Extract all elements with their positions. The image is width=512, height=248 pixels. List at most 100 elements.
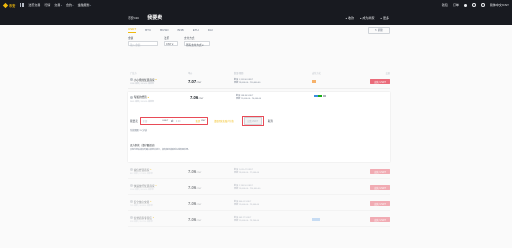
sell-all-button[interactable]: 全部 bbox=[196, 119, 200, 123]
cancel-button[interactable]: 取消 bbox=[268, 119, 273, 123]
become-merchant-link[interactable]: 成为商家 bbox=[360, 16, 375, 20]
sell-usdt-button[interactable]: 出售 USDT bbox=[370, 168, 390, 175]
verified-icon: ● bbox=[155, 184, 157, 188]
nav-finance[interactable]: 金融服务 ▾ bbox=[78, 3, 92, 7]
advertiser-stats: 842 成单 | 97.30% 成单率 bbox=[130, 173, 153, 176]
price: 7.06 bbox=[188, 201, 197, 206]
order-limit: 限额 ¥3,000.00 - ¥10,000.00 bbox=[234, 81, 261, 84]
payment-methods bbox=[312, 218, 350, 221]
chevron-down-icon: ▾ bbox=[202, 43, 204, 47]
table-row: 诚信经营商家 ● 842 成单 | 97.30% 成单率 7.06CNY 数量 1,… bbox=[128, 165, 390, 179]
page-header: 币安C2C 我要卖 收款 成为商家 更多 bbox=[0, 10, 512, 25]
tab-bnb[interactable]: BNB bbox=[178, 28, 184, 32]
tab-usdt[interactable]: USDT bbox=[128, 27, 137, 33]
advertiser-name[interactable]: 诚信经营商家 bbox=[134, 168, 150, 172]
fiat-label: 法币 bbox=[164, 37, 170, 40]
page-title: 我要卖 bbox=[147, 15, 163, 21]
avatar bbox=[130, 200, 133, 204]
filter-bar: 金额 输入金额 法币 CNY ▾ 支付方式 所有支付方式 ▾ bbox=[128, 36, 390, 47]
order-limit: 限额 ¥1,000.00 - ¥3,200.00 bbox=[234, 219, 260, 222]
payment-time-limit: 付款期限 15 分钟 bbox=[130, 130, 147, 132]
sell-quantity-input[interactable]: 全部 bbox=[143, 119, 162, 123]
advertiser-name[interactable]: 信誉商家专营店 bbox=[134, 216, 152, 220]
order-limit: 限额 ¥1,000.00 - ¥4,000.00 bbox=[236, 98, 262, 100]
expanded-order-panel: 专属的经营 ● 2461 成单 | 99.10% 成单率 7.06CNY 数量 59… bbox=[128, 92, 390, 162]
amount-label: 金额 bbox=[128, 37, 134, 40]
table-row: 小小熊的优质商家 ● 1386 成单 | 98.50% 成单率 7.07CNY 数量… bbox=[128, 75, 390, 89]
advertiser-name[interactable]: 安全放心交易 bbox=[134, 200, 150, 204]
notification-icon[interactable] bbox=[471, 3, 476, 7]
verified-icon: ● bbox=[152, 216, 155, 220]
price-unit: CNY bbox=[196, 188, 202, 190]
sell-usdt-button[interactable]: 出售 USDT bbox=[370, 216, 390, 223]
advertiser-name[interactable]: 快速放行优质商家 bbox=[134, 184, 155, 188]
nav-trade[interactable]: 交易 ▾ bbox=[54, 3, 62, 7]
download-icon[interactable] bbox=[480, 3, 485, 7]
more-link[interactable]: 更多 bbox=[381, 16, 389, 20]
refresh-button[interactable]: ↻ 刷新 bbox=[367, 26, 390, 34]
main-nav: 法币交易 行情 交易 ▾ 合约 ▾ 金融服务 ▾ bbox=[28, 3, 95, 7]
bank-card-icon bbox=[312, 218, 316, 221]
price-unit: CNY bbox=[196, 204, 202, 206]
sell-usdt-button[interactable]: 出售 USDT bbox=[370, 184, 390, 191]
sell-amount-label: 我要卖 bbox=[130, 120, 138, 123]
nav-fiat[interactable]: 法币交易 bbox=[28, 3, 40, 7]
avatar[interactable] bbox=[463, 3, 467, 7]
sell-amount-box: 全部 USDT ⇌ 0.00 全部 CNY bbox=[140, 117, 208, 125]
payment-method-label: 支付方式 bbox=[184, 37, 195, 40]
sell-usdt-button[interactable]: 出售 USDT bbox=[370, 200, 390, 207]
nav-futures[interactable]: 合约 ▾ bbox=[66, 3, 74, 7]
advertiser-name[interactable]: 专属的经营 bbox=[134, 95, 147, 99]
payment-link[interactable]: 收款 bbox=[346, 16, 354, 20]
fiat-select[interactable]: CNY ▾ bbox=[164, 41, 178, 46]
swap-icon: ⇌ bbox=[170, 119, 174, 123]
verified-icon: ● bbox=[147, 95, 150, 99]
terms-title: 卖方条款（请仔细阅读） bbox=[130, 144, 157, 147]
chevron-down-icon: ▾ bbox=[172, 42, 174, 46]
language-currency-selector[interactable]: 简体中文/CNY bbox=[490, 3, 509, 7]
top-nav-bar: 币安 法币交易 行情 交易 ▾ 合约 ▾ 金融服务 ▾ 钱包 订单 简体中文/C… bbox=[0, 0, 512, 10]
avatar bbox=[130, 216, 133, 220]
brand-name: 币安 bbox=[9, 3, 16, 8]
tab-dai[interactable]: DAI bbox=[208, 28, 213, 32]
confirm-sell-button[interactable]: 出售USDT bbox=[243, 117, 262, 125]
brand-logo[interactable]: 币安 bbox=[2, 2, 16, 8]
tab-busd[interactable]: BUSD bbox=[160, 28, 168, 32]
tab-eth[interactable]: ETH bbox=[193, 28, 199, 32]
sell-quantity-unit: USDT bbox=[162, 120, 169, 122]
wallet-menu[interactable]: 钱包 bbox=[442, 3, 448, 7]
bank-card-icon bbox=[312, 80, 316, 83]
advertiser-name[interactable]: 小小熊的优质商家 bbox=[134, 78, 155, 82]
sell-usdt-button[interactable]: 出售 USDT bbox=[370, 78, 390, 85]
avatar bbox=[130, 95, 133, 99]
terms-text: 买家付款后请及时确认收款并放行，如有疑问请联系在线客服处理。 bbox=[130, 148, 191, 151]
amount-input[interactable]: 输入金额 bbox=[128, 41, 158, 47]
advertiser-stats: 1106 成单 | 98.90% 成单率 bbox=[130, 189, 154, 192]
receive-amount-input[interactable]: 0.00 bbox=[176, 120, 195, 123]
avatar bbox=[130, 168, 133, 172]
c2c-brand[interactable]: 币安C2C bbox=[128, 16, 139, 20]
nav-markets[interactable]: 行情 bbox=[44, 3, 50, 7]
orders-menu[interactable]: 订单 bbox=[453, 3, 459, 7]
table-row: 快速放行优质商家 ● 1106 成单 | 98.90% 成单率 7.06CNY 数量… bbox=[128, 181, 390, 195]
top-right-actions: 钱包 订单 简体中文/CNY bbox=[442, 3, 509, 7]
payment-method-select[interactable]: 所有支付方式 ▾ bbox=[184, 41, 210, 47]
chevron-down-icon: ▾ bbox=[89, 5, 92, 7]
price-unit: CNY bbox=[198, 98, 204, 100]
verified-icon: ● bbox=[155, 78, 157, 82]
avatar bbox=[130, 78, 133, 82]
table-row: 安全放心交易 ● 705 成单 | 96.80% 成单率 7.06CNY 数量 80… bbox=[128, 197, 390, 211]
main-content: USDT BTC BUSD BNB ETH DAI ↻ 刷新 金额 输入金额 法… bbox=[128, 25, 390, 227]
confirm-button-highlight: 出售USDT bbox=[241, 116, 264, 126]
chevron-down-icon: ▾ bbox=[72, 5, 74, 7]
order-limit: 限额 ¥5,000.00 - ¥14,000.00 bbox=[234, 187, 261, 190]
price-unit: CNY bbox=[196, 82, 202, 84]
apps-grid-icon[interactable] bbox=[20, 3, 25, 7]
price-unit: CNY bbox=[196, 220, 202, 222]
avatar bbox=[130, 184, 133, 188]
verified-icon: ● bbox=[150, 168, 152, 172]
verified-icon: ● bbox=[150, 200, 152, 204]
payment-methods bbox=[312, 80, 350, 83]
tab-btc[interactable]: BTC bbox=[145, 28, 151, 32]
header-links: 收款 成为商家 更多 bbox=[346, 16, 389, 20]
